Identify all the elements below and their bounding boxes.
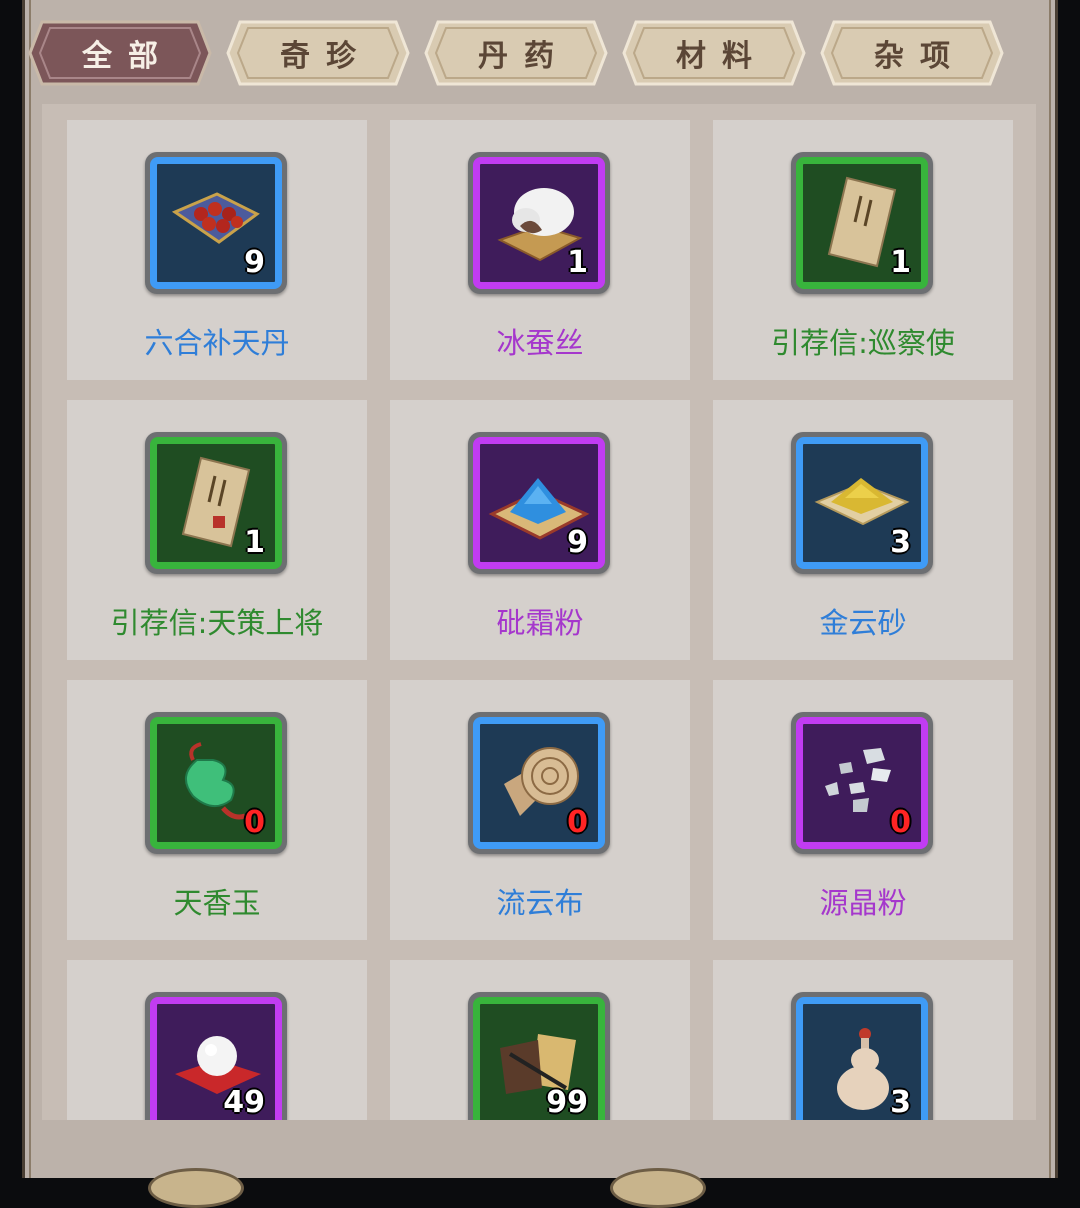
tab-materials[interactable]: 材料: [622, 18, 806, 88]
item-name: 六合补天丹: [144, 326, 290, 360]
bottom-right-button[interactable]: [610, 1168, 706, 1208]
item-icon-frame: 49: [145, 992, 287, 1120]
bottom-left-button[interactable]: [148, 1168, 244, 1208]
item-name: 引荐信:天策上将: [110, 606, 324, 640]
tab-misc[interactable]: 杂项: [820, 18, 1004, 88]
item-slot[interactable]: 1 引荐信:巡察使: [713, 120, 1013, 380]
item-icon-frame: 99: [468, 992, 610, 1120]
item-icon-frame: 0: [791, 712, 933, 854]
item-grid: 9 六合补天丹 1 冰蚕丝 1 引荐信:巡察使 1 引荐信:天策上将 9 砒霜粉…: [42, 104, 1036, 1120]
item-count: 99: [546, 1085, 588, 1120]
item-count: 1: [244, 525, 265, 560]
tab-label: 奇珍: [280, 39, 372, 74]
tab-treasures[interactable]: 奇珍: [226, 18, 410, 88]
item-name: 冰蚕丝: [496, 326, 584, 360]
item-icon-frame: 3: [791, 432, 933, 574]
item-name: 引荐信:巡察使: [771, 326, 955, 360]
item-slot[interactable]: 0 天香玉: [67, 680, 367, 940]
item-icon-frame: 1: [145, 432, 287, 574]
item-icon-frame: 9: [145, 152, 287, 294]
tab-pills[interactable]: 丹药: [424, 18, 608, 88]
item-icon-frame: 9: [468, 432, 610, 574]
item-slot[interactable]: 3 金云砂: [713, 400, 1013, 660]
item-icon-frame: 3: [791, 992, 933, 1120]
item-count: 0: [244, 805, 265, 840]
item-icon-frame: 0: [145, 712, 287, 854]
item-slot[interactable]: 9 六合补天丹: [67, 120, 367, 380]
item-icon-frame: 0: [468, 712, 610, 854]
item-count: 9: [244, 245, 265, 280]
item-icon-frame: 1: [791, 152, 933, 294]
item-slot[interactable]: 0 流云布: [390, 680, 690, 940]
category-tabs: 全部 奇珍 丹药 材料 杂项: [28, 18, 1028, 90]
tab-label: 全部: [82, 39, 174, 74]
item-slot[interactable]: 49: [67, 960, 367, 1120]
item-count: 0: [567, 805, 588, 840]
tab-label: 杂项: [874, 39, 966, 74]
item-count: 49: [223, 1085, 265, 1120]
item-slot[interactable]: 0 源晶粉: [713, 680, 1013, 940]
item-count: 0: [890, 805, 911, 840]
item-icon-frame: 1: [468, 152, 610, 294]
item-slot[interactable]: 1 冰蚕丝: [390, 120, 690, 380]
item-count: 1: [567, 245, 588, 280]
item-slot[interactable]: 1 引荐信:天策上将: [67, 400, 367, 660]
item-name: 砒霜粉: [496, 606, 584, 640]
item-count: 3: [890, 1085, 911, 1120]
item-slot[interactable]: 9 砒霜粉: [390, 400, 690, 660]
item-slot[interactable]: 99: [390, 960, 690, 1120]
tab-label: 丹药: [478, 39, 570, 74]
item-name: 源晶粉: [819, 886, 907, 920]
item-slot[interactable]: 3: [713, 960, 1013, 1120]
tab-label: 材料: [676, 39, 768, 74]
tab-all[interactable]: 全部: [28, 18, 212, 88]
item-count: 9: [567, 525, 588, 560]
item-count: 1: [890, 245, 911, 280]
item-name: 流云布: [496, 886, 584, 920]
item-count: 3: [890, 525, 911, 560]
item-name: 天香玉: [173, 886, 261, 920]
item-name: 金云砂: [819, 606, 907, 640]
